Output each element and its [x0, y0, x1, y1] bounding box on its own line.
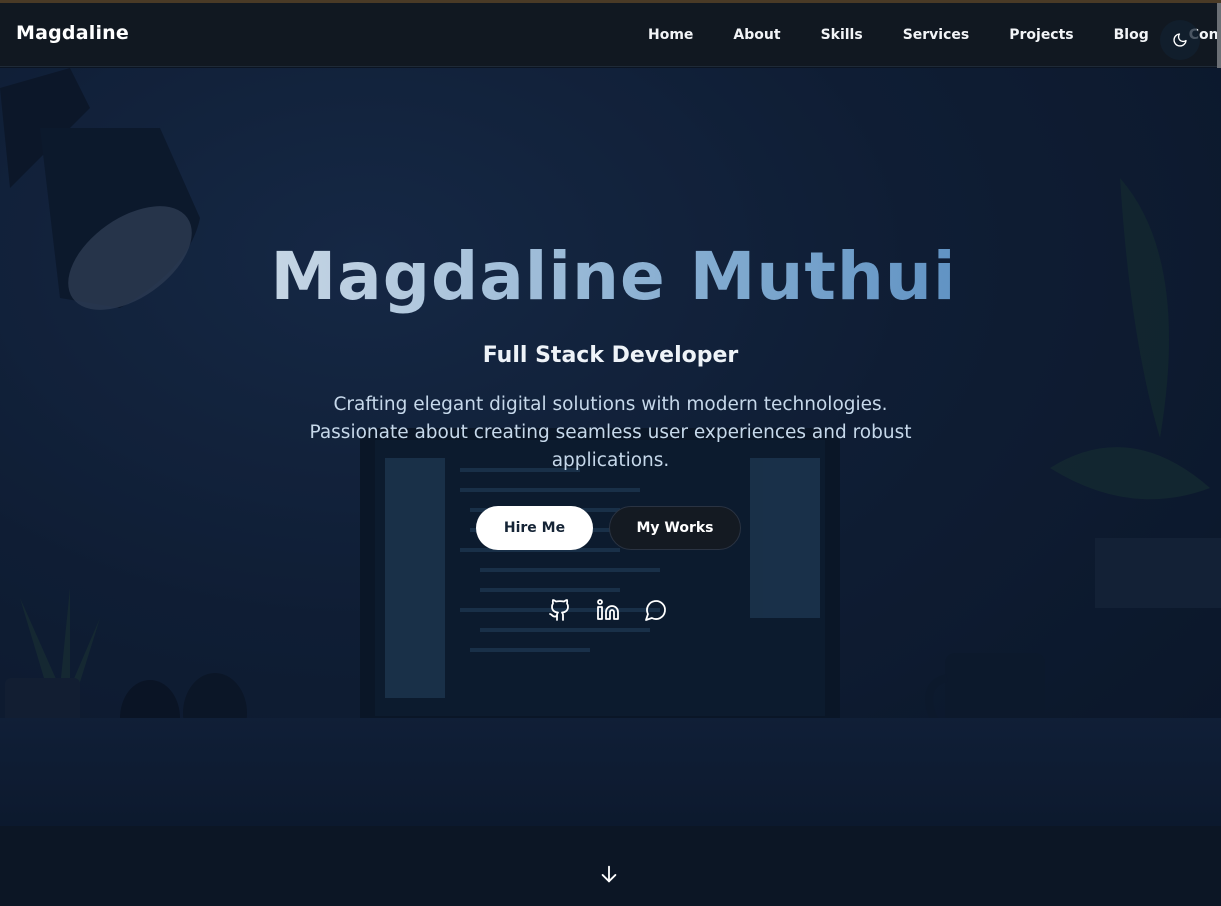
- nav-link-skills[interactable]: Skills: [821, 27, 863, 43]
- nav-links: Home About Skills Services Projects Blog…: [628, 3, 1221, 67]
- nav-link-projects[interactable]: Projects: [1009, 27, 1073, 43]
- chat-icon: [645, 600, 666, 621]
- scroll-down-button[interactable]: [597, 862, 621, 886]
- hero-section: Magdaline Muthui Full Stack Developer Cr…: [0, 68, 1221, 826]
- nav-link-services[interactable]: Services: [903, 27, 970, 43]
- brand-logo[interactable]: Magdaline: [16, 22, 129, 44]
- navbar: Magdaline Home About Skills Services Pro…: [0, 3, 1221, 67]
- linkedin-icon: [597, 599, 619, 620]
- my-works-button[interactable]: My Works: [609, 506, 741, 550]
- moon-icon: [1173, 33, 1187, 47]
- theme-toggle-button[interactable]: [1160, 20, 1200, 60]
- nav-link-home[interactable]: Home: [648, 27, 693, 43]
- nav-link-blog[interactable]: Blog: [1114, 27, 1149, 43]
- hero-subtitle: Full Stack Developer: [482, 343, 739, 368]
- github-link[interactable]: [546, 596, 574, 624]
- hire-me-button[interactable]: Hire Me: [476, 506, 593, 550]
- chat-link[interactable]: [642, 596, 670, 624]
- social-links: [546, 596, 690, 624]
- arrow-down-icon: [601, 865, 617, 883]
- hero-title: Magdaline Muthui: [0, 238, 1221, 315]
- github-icon: [549, 599, 569, 621]
- linkedin-link[interactable]: [594, 596, 622, 624]
- hero-description: Crafting elegant digital solutions with …: [309, 394, 912, 471]
- nav-link-about[interactable]: About: [733, 27, 780, 43]
